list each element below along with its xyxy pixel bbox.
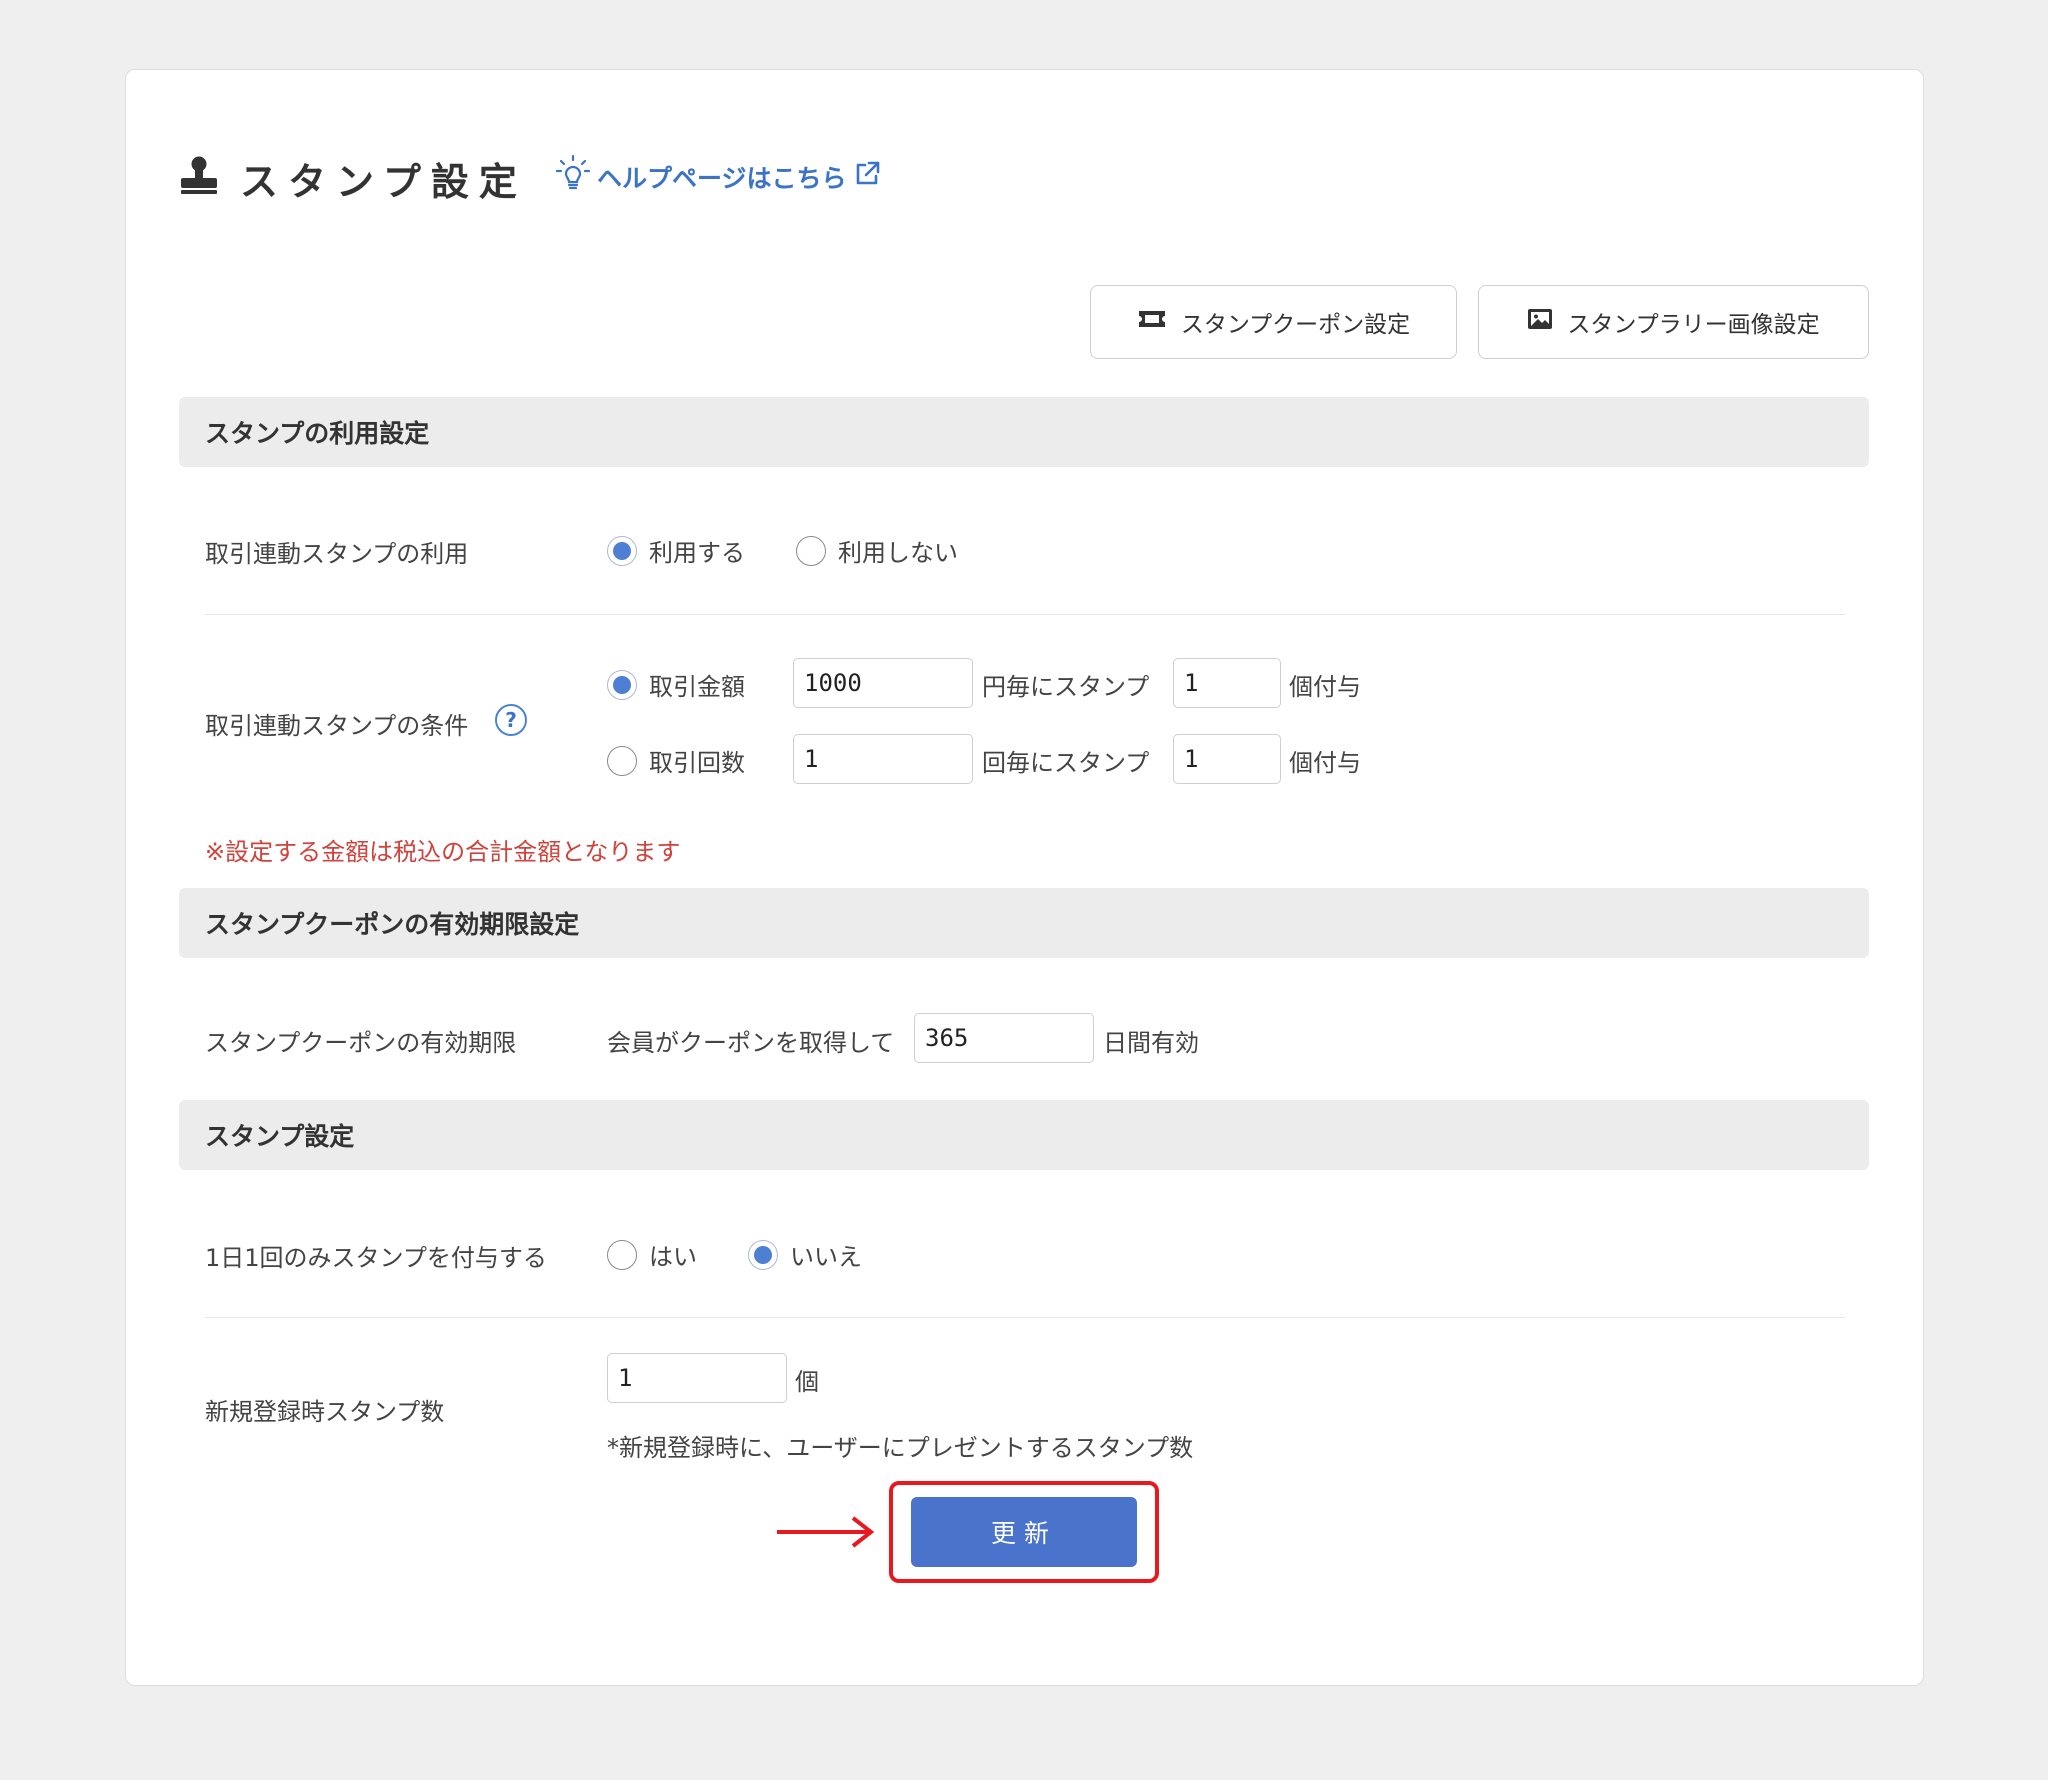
stamp-coupon-settings-label: スタンプクーポン設定 — [1180, 312, 1411, 338]
radio-button-selected — [607, 669, 637, 700]
transaction-stamp-condition-label: 取引連動スタンプの条件 — [205, 712, 469, 740]
once-per-day-yes-label: はい — [649, 1243, 697, 1271]
transaction-stamp-usage-label: 取引連動スタンプの利用 — [205, 540, 469, 568]
external-link-icon — [853, 160, 881, 194]
amount-stamp-count-input[interactable] — [1173, 658, 1281, 708]
radio-button-selected — [748, 1239, 778, 1270]
amount-input[interactable] — [793, 658, 973, 708]
annotation-arrow-icon — [775, 1512, 875, 1556]
radio-button-selected — [607, 535, 637, 566]
signup-stamp-count-input[interactable] — [607, 1353, 787, 1403]
times-input[interactable] — [793, 734, 973, 784]
tax-note: ※設定する金額は税込の合計金額となります — [205, 838, 681, 866]
help-question-icon[interactable]: ? — [495, 704, 527, 736]
section-heading-stamp: スタンプ設定 — [179, 1100, 1869, 1170]
image-icon — [1527, 308, 1567, 336]
coupon-expiry-prefix: 会員がクーポンを取得して — [607, 1029, 895, 1057]
condition-radio-amount[interactable]: 取引金額 — [607, 667, 745, 702]
help-link-label: ヘルプページはこちら — [597, 164, 847, 193]
stamp-coupon-settings-button[interactable]: スタンプクーポン設定 — [1090, 285, 1457, 359]
signup-stamp-hint: *新規登録時に、ユーザーにプレゼントするスタンプ数 — [607, 1434, 1194, 1462]
row-divider — [205, 614, 1845, 615]
once-per-day-radio-yes[interactable]: はい — [607, 1237, 697, 1272]
condition-radio-times[interactable]: 取引回数 — [607, 743, 745, 778]
coupon-expiry-days-input[interactable] — [914, 1013, 1094, 1063]
usage-radio-use[interactable]: 利用する — [607, 533, 745, 568]
stamp-rally-image-settings-label: スタンプラリー画像設定 — [1567, 312, 1820, 338]
usage-option-not-use-label: 利用しない — [838, 539, 958, 567]
radio-button — [796, 535, 826, 566]
coupon-expiry-label: スタンプクーポンの有効期限 — [205, 1029, 517, 1057]
row-divider — [205, 1317, 1845, 1318]
times-suffix-text: 個付与 — [1289, 749, 1361, 777]
page-title-text: スタンプ設定 — [240, 159, 527, 204]
once-per-day-radio-no[interactable]: いいえ — [748, 1237, 862, 1272]
times-stamp-count-input[interactable] — [1173, 734, 1281, 784]
stamp-rally-image-settings-button[interactable]: スタンプラリー画像設定 — [1478, 285, 1869, 359]
condition-times-label: 取引回数 — [649, 749, 745, 777]
help-page-link[interactable]: ヘルプページはこちら — [555, 154, 881, 200]
coupon-expiry-suffix: 日間有効 — [1103, 1029, 1199, 1057]
stamp-icon — [178, 155, 220, 201]
once-per-day-no-label: いいえ — [790, 1243, 862, 1271]
times-middle-text: 回毎にスタンプ — [982, 749, 1150, 777]
section-heading-usage: スタンプの利用設定 — [179, 397, 1869, 467]
section-heading-expiry: スタンプクーポンの有効期限設定 — [179, 888, 1869, 958]
signup-stamp-count-label: 新規登録時スタンプ数 — [205, 1398, 445, 1426]
usage-option-use-label: 利用する — [649, 539, 745, 567]
once-per-day-label: 1日1回のみスタンプを付与する — [205, 1244, 547, 1272]
update-button[interactable]: 更新 — [911, 1497, 1137, 1567]
amount-middle-text: 円毎にスタンプ — [982, 673, 1150, 701]
ticket-icon — [1137, 308, 1181, 336]
page-title: スタンプ設定 — [178, 148, 527, 208]
usage-radio-not-use[interactable]: 利用しない — [796, 533, 958, 568]
radio-button — [607, 1239, 637, 1270]
radio-button — [607, 745, 637, 776]
amount-suffix-text: 個付与 — [1289, 673, 1361, 701]
lightbulb-icon — [555, 154, 591, 200]
signup-stamp-unit: 個 — [795, 1368, 819, 1396]
condition-amount-label: 取引金額 — [649, 673, 745, 701]
